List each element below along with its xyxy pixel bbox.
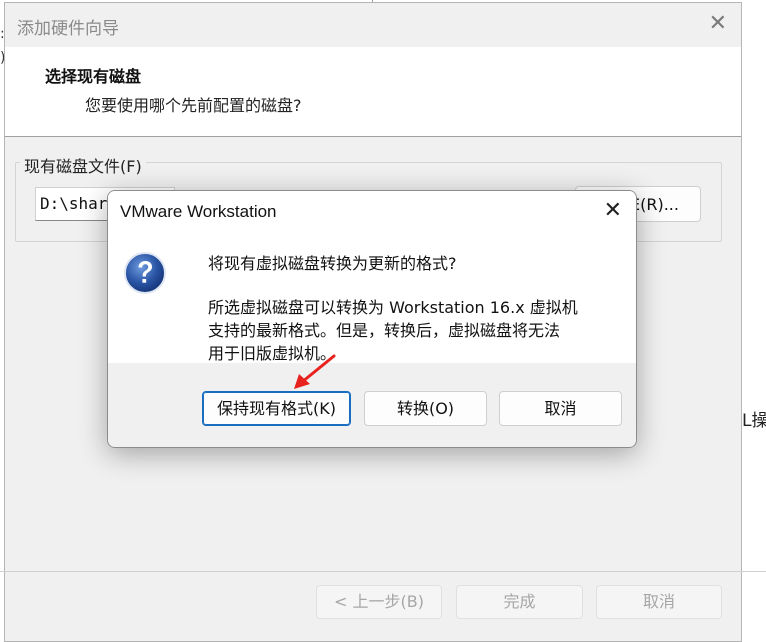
convert-disk-dialog: VMware Workstation ✕ 将现有虚拟磁盘转换为更新的格式? 所选… xyxy=(107,190,637,448)
wizard-title: 添加硬件向导 xyxy=(17,19,119,39)
wizard-header: 选择现有磁盘 您要使用哪个先前配置的磁盘? xyxy=(5,47,741,137)
wizard-step-subtitle: 您要使用哪个先前配置的磁盘? xyxy=(85,96,302,115)
dialog-detail-line: 支持的最新格式。但是，转换后，虚拟磁盘将无法 xyxy=(208,321,561,340)
keep-format-button[interactable]: 保持现有格式(K) xyxy=(202,391,351,426)
wizard-footer-divider xyxy=(0,571,766,572)
wizard-step-title: 选择现有磁盘 xyxy=(45,67,142,86)
dialog-cancel-button[interactable]: 取消 xyxy=(499,391,622,426)
red-arrow-icon xyxy=(294,354,336,389)
finish-button[interactable]: 完成 xyxy=(456,585,583,619)
dialog-question-text: 将现有虚拟磁盘转换为更新的格式? xyxy=(208,254,457,273)
close-icon[interactable]: ✕ xyxy=(604,199,622,223)
wizard-titlebar: 添加硬件向导 ✕ xyxy=(5,3,741,47)
convert-button[interactable]: 转换(O) xyxy=(364,391,487,426)
existing-disk-group-label: 现有磁盘文件(F) xyxy=(20,153,146,177)
background-text-fragment: L操作 xyxy=(742,411,766,431)
wizard-cancel-button[interactable]: 取消 xyxy=(596,585,722,619)
dialog-detail-line: 所选虚拟磁盘可以转换为 Workstation 16.x 虚拟机 xyxy=(208,298,578,317)
dialog-title: VMware Workstation xyxy=(120,202,277,221)
dialog-titlebar: VMware Workstation ✕ xyxy=(108,191,636,233)
dialog-detail-line: 用于旧版虚拟机。 xyxy=(208,344,337,363)
dialog-body: 将现有虚拟磁盘转换为更新的格式? 所选虚拟磁盘可以转换为 Workstation… xyxy=(108,233,636,363)
question-icon xyxy=(124,252,166,294)
back-button[interactable]: < 上一步(B) xyxy=(316,585,442,619)
close-icon[interactable]: ✕ xyxy=(709,13,727,35)
dialog-detail-text: 所选虚拟磁盘可以转换为 Workstation 16.x 虚拟机 支持的最新格式… xyxy=(208,296,628,365)
